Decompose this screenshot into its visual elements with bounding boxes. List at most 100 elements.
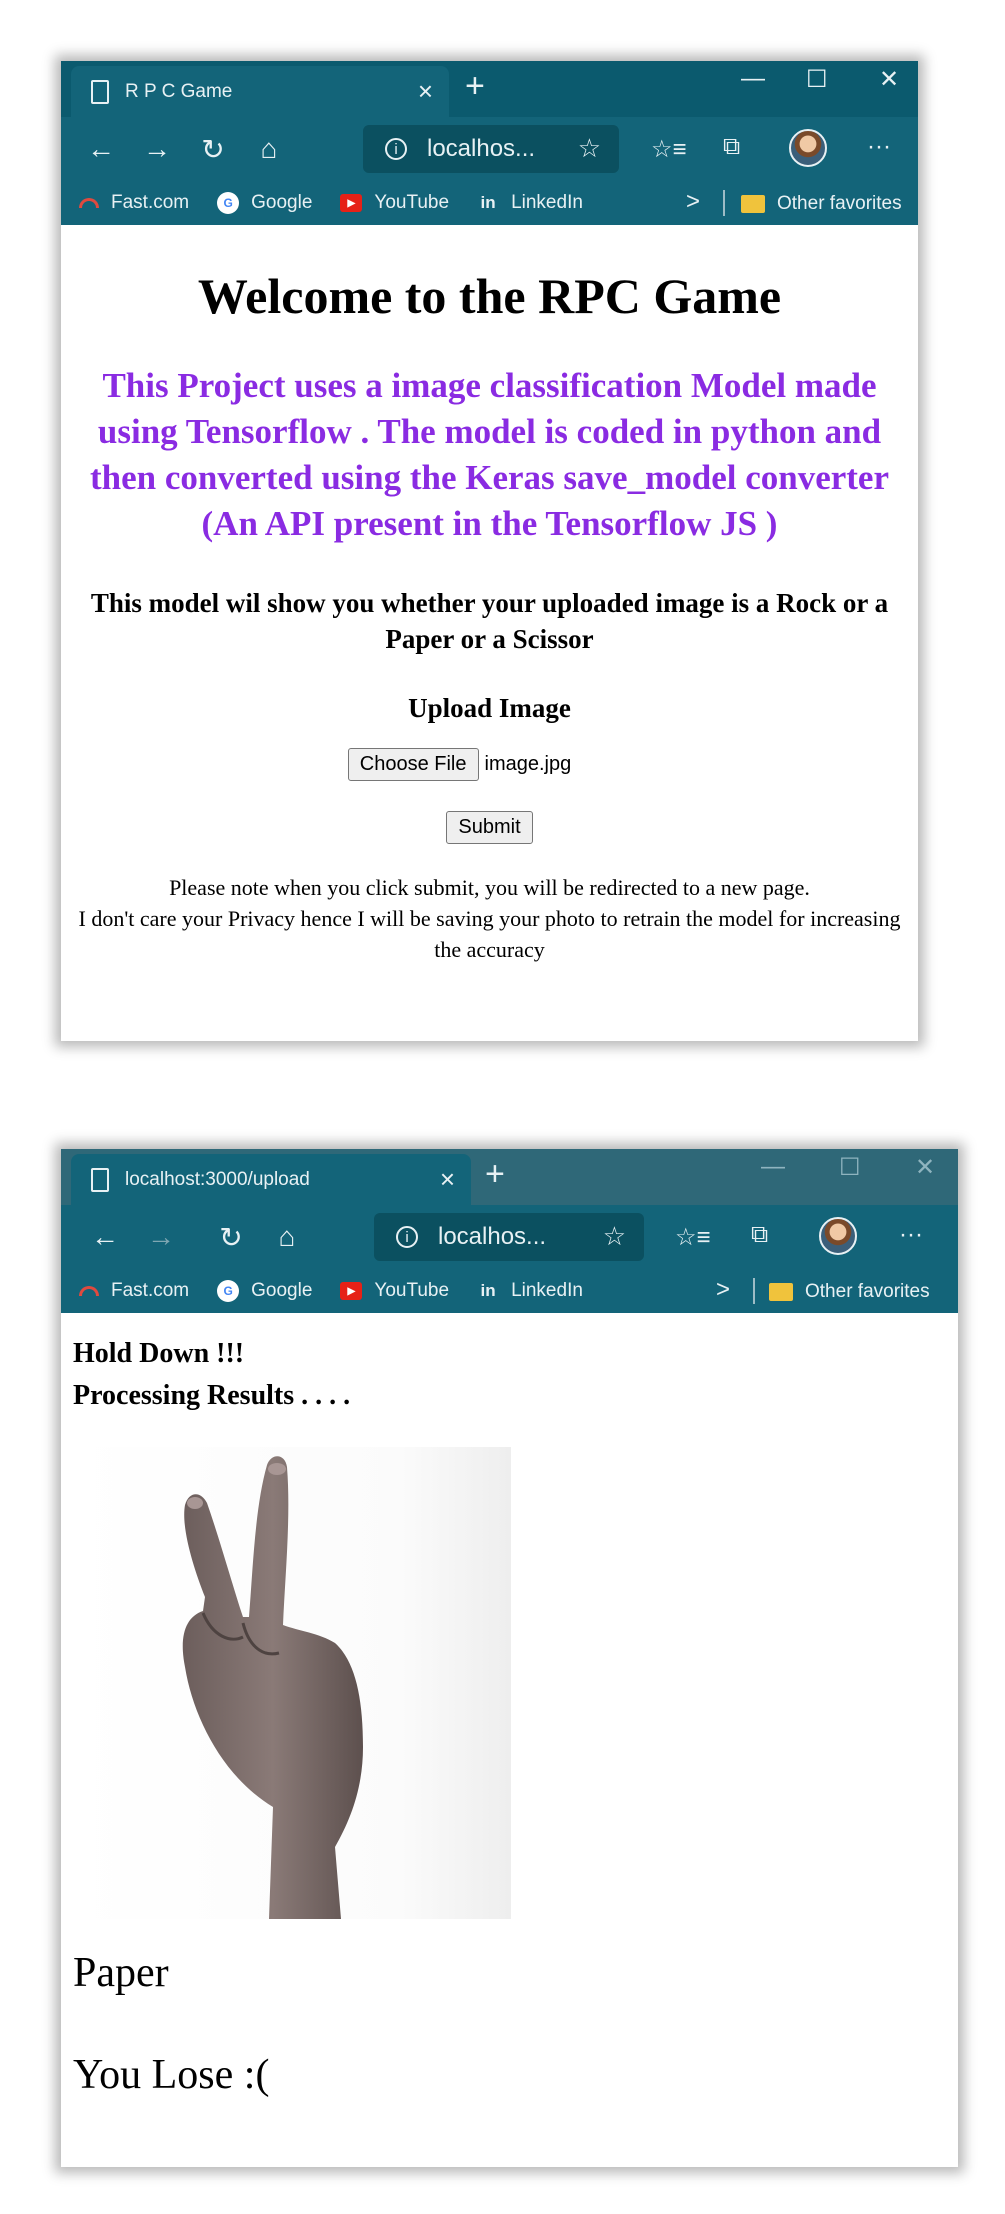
home-icon[interactable]: ⌂ bbox=[241, 133, 297, 165]
favorite-star-icon[interactable]: ☆ bbox=[578, 133, 601, 164]
fav-fast[interactable]: Fast.com bbox=[79, 1280, 189, 1302]
tab-title: R P C Game bbox=[125, 80, 233, 102]
back-icon[interactable]: ← bbox=[77, 1221, 133, 1253]
favorites-icon[interactable]: ☆≡ bbox=[675, 1223, 711, 1252]
folder-icon bbox=[741, 195, 765, 213]
forward-icon[interactable]: → bbox=[129, 133, 185, 165]
profile-avatar[interactable] bbox=[819, 1217, 857, 1255]
folder-icon bbox=[769, 1283, 793, 1301]
status-text: Hold Down !!! Processing Results . . . . bbox=[73, 1333, 958, 1417]
other-favorites-label: Other favorites bbox=[805, 1281, 930, 1302]
maximize-button[interactable]: ☐ bbox=[839, 1153, 861, 1182]
prediction-label: Paper bbox=[73, 1950, 169, 1996]
model-subheading: This model wil show you whether your upl… bbox=[90, 588, 889, 654]
note-line: Please note when you click submit, you w… bbox=[169, 875, 810, 900]
other-favorites-label: Other favorites bbox=[777, 193, 902, 214]
chevron-right-icon[interactable]: > bbox=[716, 1276, 730, 1304]
navigation-bar: ← → ↻ ⌂ i localhos... ☆ ☆≡ ⧉ ··· bbox=[61, 117, 918, 181]
fav-linkedin[interactable]: in LinkedIn bbox=[477, 1280, 583, 1302]
back-icon[interactable]: ← bbox=[73, 133, 129, 165]
fav-google[interactable]: G Google bbox=[217, 192, 312, 214]
google-icon: G bbox=[217, 192, 240, 214]
close-window-button[interactable]: ✕ bbox=[915, 1153, 935, 1182]
title-bar: R P C Game × + — ☐ ✕ bbox=[61, 61, 918, 117]
note-line: I don't care your Privacy hence I will b… bbox=[78, 906, 901, 962]
address-text: localhos... bbox=[427, 135, 536, 162]
profile-avatar[interactable] bbox=[789, 129, 827, 167]
fav-label: Google bbox=[251, 1280, 313, 1301]
other-favorites[interactable]: Other favorites bbox=[769, 1281, 930, 1303]
close-window-button[interactable]: ✕ bbox=[879, 65, 899, 94]
fav-label: LinkedIn bbox=[511, 1280, 583, 1301]
title-bar: localhost:3000/upload × + — ☐ ✕ bbox=[61, 1149, 958, 1205]
page-icon bbox=[91, 1167, 109, 1192]
chevron-right-icon[interactable]: > bbox=[686, 188, 700, 216]
tab-title: localhost:3000/upload bbox=[125, 1168, 310, 1190]
refresh-icon[interactable]: ↻ bbox=[203, 1221, 259, 1254]
fav-fast[interactable]: Fast.com bbox=[79, 192, 189, 214]
fav-separator bbox=[723, 190, 725, 216]
submit-row: Submit bbox=[61, 811, 918, 844]
address-bar[interactable]: i localhos... ☆ bbox=[363, 125, 619, 173]
submit-button[interactable]: Submit bbox=[446, 811, 533, 844]
fav-youtube[interactable]: ▶ YouTube bbox=[340, 1280, 449, 1302]
info-icon[interactable]: i bbox=[385, 138, 407, 160]
game-outcome: You Lose :( bbox=[73, 2052, 270, 2098]
new-tab-button[interactable]: + bbox=[465, 67, 485, 106]
page-content: Welcome to the RPC Game This Project use… bbox=[61, 267, 918, 965]
new-tab-button[interactable]: + bbox=[485, 1155, 505, 1194]
browser-tab[interactable]: R P C Game × bbox=[71, 66, 449, 117]
tab-close-icon[interactable]: × bbox=[440, 1164, 455, 1195]
address-bar[interactable]: i localhos... ☆ bbox=[374, 1213, 644, 1261]
fav-linkedin[interactable]: in LinkedIn bbox=[477, 192, 583, 214]
address-text: localhos... bbox=[438, 1223, 547, 1250]
minimize-button[interactable]: — bbox=[741, 65, 765, 93]
home-icon[interactable]: ⌂ bbox=[259, 1221, 315, 1253]
fav-google[interactable]: G Google bbox=[217, 1280, 312, 1302]
favorite-star-icon[interactable]: ☆ bbox=[603, 1221, 626, 1252]
hand-peace-sign-image bbox=[182, 1456, 363, 1919]
minimize-button[interactable]: — bbox=[761, 1153, 785, 1181]
page-content: Hold Down !!! Processing Results . . . . bbox=[61, 1333, 958, 2099]
hold-down-text: Hold Down !!! bbox=[73, 1338, 245, 1369]
fast-icon bbox=[79, 1286, 99, 1296]
more-menu-icon[interactable]: ··· bbox=[899, 1221, 923, 1249]
page-icon bbox=[91, 79, 109, 104]
processing-text: Processing Results . . . . bbox=[73, 1380, 351, 1411]
page-title: Welcome to the RPC Game bbox=[197, 268, 782, 324]
project-description: This Project uses a image classification… bbox=[89, 366, 890, 543]
tab-close-icon[interactable]: × bbox=[418, 76, 433, 107]
fast-icon bbox=[79, 198, 99, 208]
fav-youtube[interactable]: ▶ YouTube bbox=[340, 192, 449, 214]
linkedin-icon: in bbox=[480, 193, 496, 212]
uploaded-hand-image bbox=[73, 1447, 511, 1919]
fav-label: Fast.com bbox=[111, 1280, 190, 1301]
more-menu-icon[interactable]: ··· bbox=[867, 133, 891, 161]
choose-file-button[interactable]: Choose File bbox=[347, 748, 479, 781]
fav-label: YouTube bbox=[374, 1280, 450, 1301]
maximize-button[interactable]: ☐ bbox=[806, 65, 828, 94]
favorites-icon[interactable]: ☆≡ bbox=[651, 135, 687, 164]
favorites-bar: Fast.com G Google ▶ YouTube in LinkedIn … bbox=[61, 181, 918, 225]
fav-label: YouTube bbox=[374, 192, 450, 213]
collections-icon[interactable]: ⧉ bbox=[751, 1221, 768, 1249]
google-icon: G bbox=[217, 1280, 240, 1302]
youtube-icon: ▶ bbox=[340, 194, 363, 212]
favorites-bar: Fast.com G Google ▶ YouTube in LinkedIn … bbox=[61, 1269, 958, 1313]
selected-file-name: image.jpg bbox=[484, 753, 572, 775]
linkedin-icon: in bbox=[480, 1281, 496, 1300]
fav-label: Google bbox=[251, 192, 313, 213]
browser-window-result-page: localhost:3000/upload × + — ☐ ✕ ← → ↻ ⌂ … bbox=[61, 1149, 958, 2167]
fav-separator bbox=[753, 1278, 755, 1304]
forward-icon[interactable]: → bbox=[133, 1221, 189, 1253]
browser-window-upload-page: R P C Game × + — ☐ ✕ ← → ↻ ⌂ i localhos.… bbox=[61, 61, 918, 1041]
refresh-icon[interactable]: ↻ bbox=[185, 133, 241, 166]
fav-label: Fast.com bbox=[111, 192, 190, 213]
browser-tab[interactable]: localhost:3000/upload × bbox=[71, 1154, 471, 1205]
collections-icon[interactable]: ⧉ bbox=[723, 133, 740, 161]
fav-label: LinkedIn bbox=[511, 192, 583, 213]
other-favorites[interactable]: Other favorites bbox=[741, 193, 902, 215]
info-icon[interactable]: i bbox=[396, 1226, 418, 1248]
youtube-icon: ▶ bbox=[340, 1282, 363, 1300]
navigation-bar: ← → ↻ ⌂ i localhos... ☆ ☆≡ ⧉ ··· bbox=[61, 1205, 958, 1269]
